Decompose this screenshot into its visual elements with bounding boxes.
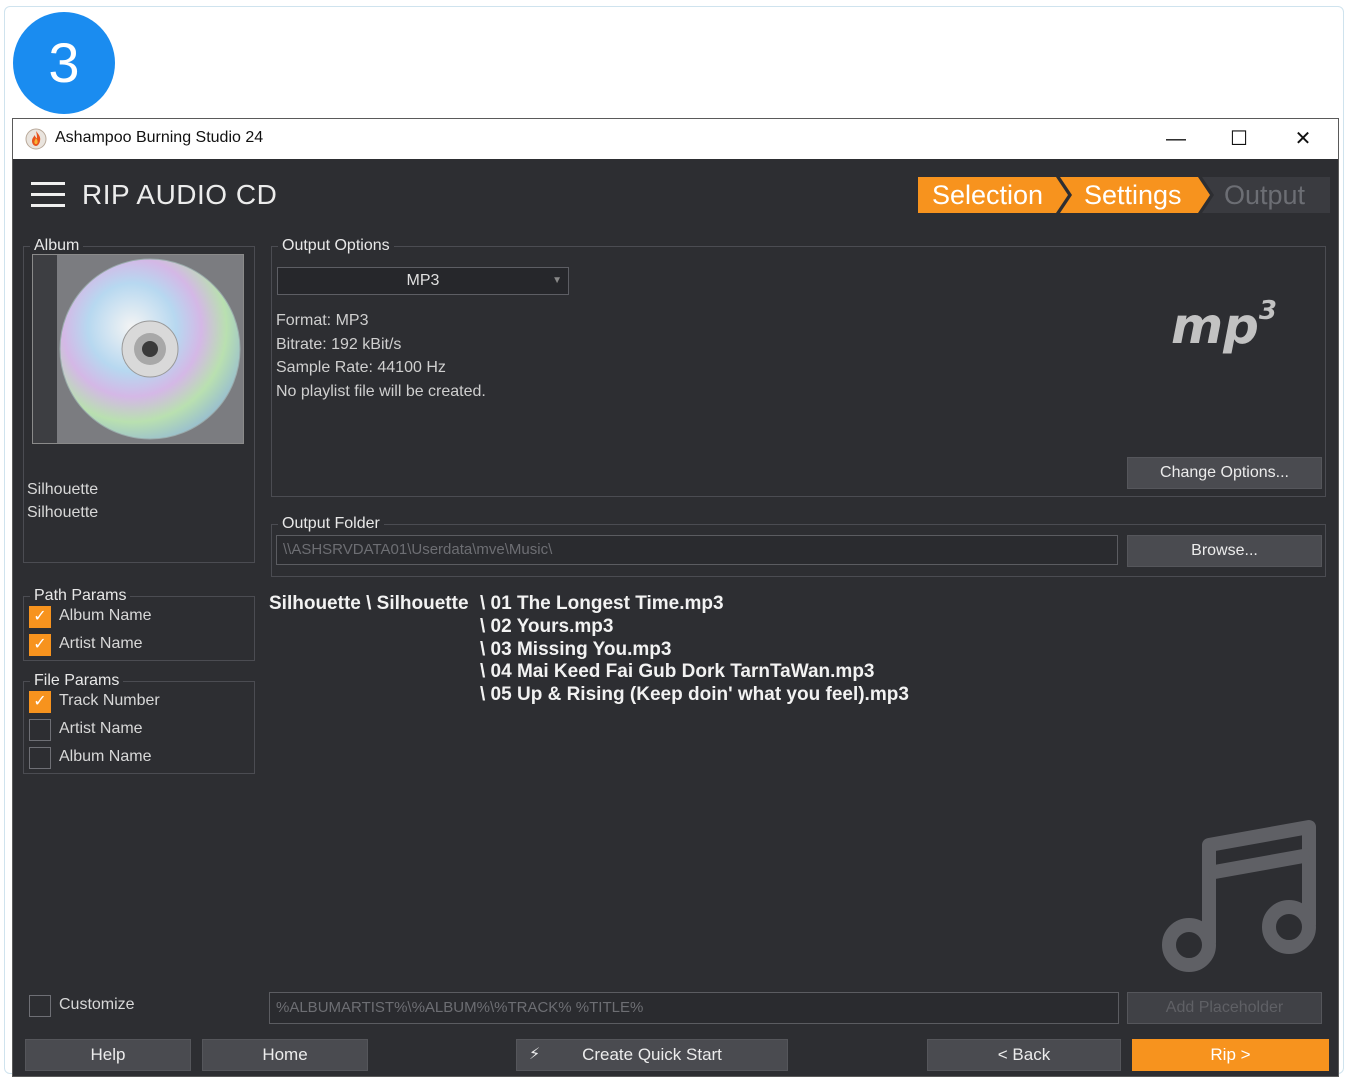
step-selection[interactable]: Selection (918, 177, 1068, 213)
bitrate-detail: Bitrate: 192 kBit/s (276, 336, 402, 353)
format-select-value: MP3 (406, 272, 440, 289)
preview-file: \ 05 Up & Rising (Keep doin' what you fe… (480, 684, 909, 705)
chevron-down-icon: ▼ (552, 275, 562, 286)
album-cover (32, 254, 244, 444)
file-params-legend: File Params (34, 672, 120, 689)
music-note-icon (1162, 820, 1316, 972)
checkbox-unchecked-icon[interactable] (29, 747, 51, 769)
checkbox-checked-icon[interactable]: ✓ (29, 606, 51, 628)
app-window: Ashampoo Burning Studio 24 — ☐ ✕ RIP AUD… (12, 118, 1339, 1077)
preview-file: \ 02 Yours.mp3 (480, 616, 614, 637)
customize-label: Customize (59, 996, 135, 1013)
title-bar: Ashampoo Burning Studio 24 — ☐ ✕ (13, 119, 1338, 159)
sample-rate-detail: Sample Rate: 44100 Hz (276, 359, 446, 376)
checkbox-label: Track Number (59, 692, 160, 709)
output-options-legend: Output Options (282, 237, 390, 254)
checkbox-label: Artist Name (59, 635, 143, 652)
flame-app-icon (25, 128, 47, 150)
cd-disc-icon (57, 255, 243, 443)
playlist-detail: No playlist file will be created. (276, 383, 486, 400)
preview-file: \ 01 The Longest Time.mp3 (480, 593, 724, 614)
output-folder-field[interactable]: \\ASHSRVDATA01\Userdata\mve\Music\ (276, 535, 1118, 565)
step-number-badge: 3 (13, 12, 115, 114)
quick-start-label: Create Quick Start (582, 1045, 722, 1064)
help-button[interactable]: Help (25, 1039, 191, 1071)
preview-file: \ 04 Mai Keed Fai Gub Dork TarnTaWan.mp3 (480, 661, 875, 682)
album-legend: Album (34, 237, 80, 254)
format-select[interactable]: MP3 ▼ (277, 267, 569, 295)
browse-button[interactable]: Browse... (1127, 535, 1322, 567)
album-artist: Silhouette (27, 481, 99, 498)
checkbox-label: Album Name (59, 607, 152, 624)
maximize-button[interactable]: ☐ (1208, 119, 1270, 159)
back-button[interactable]: < Back (927, 1039, 1121, 1071)
create-quick-start-button[interactable]: ⚡ Create Quick Start (516, 1039, 788, 1071)
minimize-button[interactable]: — (1145, 119, 1207, 159)
wizard-steps: Selection Settings Output (918, 177, 1330, 213)
rip-button[interactable]: Rip > (1132, 1039, 1329, 1071)
add-placeholder-button: Add Placeholder (1127, 992, 1322, 1024)
home-button[interactable]: Home (202, 1039, 368, 1071)
change-options-button[interactable]: Change Options... (1127, 457, 1322, 489)
checkbox-unchecked-icon[interactable] (29, 995, 51, 1017)
album-title: Silhouette (27, 504, 99, 521)
checkbox-unchecked-icon[interactable] (29, 719, 51, 741)
naming-pattern-field[interactable]: %ALBUMARTIST%\%ALBUM%\%TRACK% %TITLE% (269, 992, 1119, 1024)
checkbox-checked-icon[interactable]: ✓ (29, 634, 51, 656)
window-title: Ashampoo Burning Studio 24 (55, 129, 264, 146)
page-title: RIP AUDIO CD (82, 179, 278, 210)
checkbox-checked-icon[interactable]: ✓ (29, 691, 51, 713)
close-button[interactable]: ✕ (1272, 119, 1334, 159)
mp3-logo: mp3 (1171, 296, 1277, 355)
checkbox-label: Artist Name (59, 720, 143, 737)
output-folder-legend: Output Folder (282, 515, 380, 532)
step-settings[interactable]: Settings (1060, 177, 1210, 213)
hamburger-menu-icon[interactable] (31, 182, 65, 208)
path-params-legend: Path Params (34, 587, 127, 604)
format-detail: Format: MP3 (276, 312, 369, 329)
preview-prefix: Silhouette \ Silhouette (269, 593, 469, 614)
preview-file: \ 03 Missing You.mp3 (480, 639, 672, 660)
checkbox-label: Album Name (59, 748, 152, 765)
step-output: Output (1202, 177, 1330, 213)
running-person-icon: ⚡ (529, 1046, 541, 1063)
